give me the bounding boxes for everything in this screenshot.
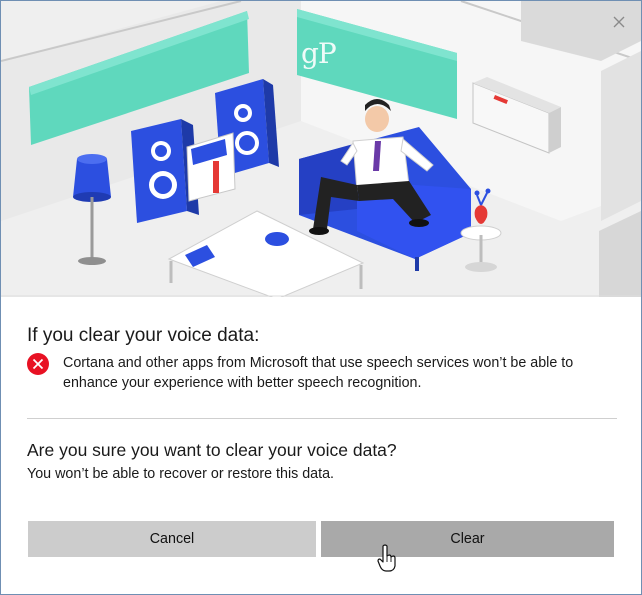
close-icon xyxy=(613,16,625,28)
section-divider xyxy=(27,418,617,419)
watermark-logo: gP xyxy=(301,37,337,70)
confirm-question: Are you sure you want to clear your voic… xyxy=(27,440,397,460)
clear-button[interactable]: Clear xyxy=(321,521,614,557)
close-button[interactable] xyxy=(605,9,633,35)
cancel-button[interactable]: Cancel xyxy=(28,521,316,557)
warning-heading: If you clear your voice data: xyxy=(27,325,260,346)
hand-pointer-icon xyxy=(377,544,396,572)
confirm-note: You won’t be able to recover or restore … xyxy=(27,466,335,482)
error-x-icon xyxy=(27,353,49,375)
warning-message: Cortana and other apps from Microsoft th… xyxy=(63,355,574,391)
clear-voice-data-dialog: gP If you clear your voice data: Cortana… xyxy=(0,0,642,595)
